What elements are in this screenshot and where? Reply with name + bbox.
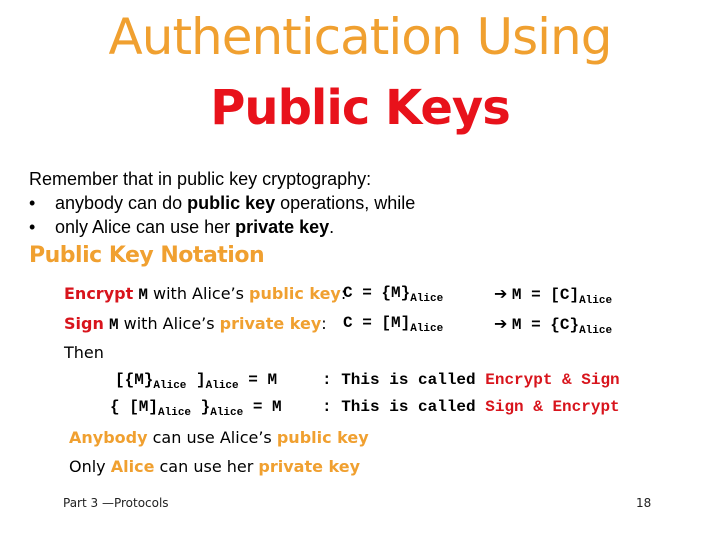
combo-desc: : This is called (322, 398, 486, 416)
encrypt-formula: C = {M}Alice (343, 284, 443, 305)
sign-verb: Sign (64, 314, 104, 333)
arrow-icon: ➔ (494, 284, 508, 303)
summary-private: Only Alice can use her private key (69, 457, 360, 476)
combo-name: Sign & Encrypt (485, 398, 620, 416)
subscript: Alice (205, 380, 239, 392)
summary-bold: Anybody (69, 428, 148, 447)
formula: M = {C} (511, 316, 580, 334)
footer-section: Part 3 —Protocols (63, 496, 169, 510)
bullet-text: anybody can do (55, 193, 188, 213)
subscript: Alice (579, 295, 613, 307)
message-symbol: M (138, 286, 148, 304)
formula: M = [C] (511, 286, 580, 304)
encrypt-key: public key (249, 284, 341, 303)
message-symbol: M (108, 316, 119, 334)
summary-lead: Only (69, 457, 111, 476)
summary-public: Anybody can use Alice’s public key (69, 428, 369, 447)
intro-bullet-2: • only Alice can use her private key. (29, 217, 334, 238)
combo-lhs: } (191, 398, 211, 416)
formula: C = {M} (343, 284, 411, 302)
sign-mid: with Alice’s (118, 314, 220, 333)
colon: : (321, 314, 327, 333)
combo-eq: = M (243, 398, 282, 416)
sign-key: private key (219, 314, 322, 333)
combo-name: Encrypt & Sign (485, 371, 620, 389)
summary-bold: Alice (110, 457, 155, 476)
sign-definition: Sign M with Alice’s private key: (64, 314, 327, 334)
bullet-text-post: operations, while (275, 193, 416, 213)
intro-bullet-1: • anybody can do public key operations, w… (29, 193, 415, 214)
combo-encrypt-and-sign: [{M}Alice ]Alice = M (115, 371, 277, 392)
subscript: Alice (579, 325, 613, 337)
combo-desc: : This is called (322, 371, 486, 389)
combo-sign-and-encrypt-desc: : This is called Sign & Encrypt (322, 398, 620, 416)
combo-lhs: [{M} (115, 371, 154, 389)
intro-lead: Remember that in public key cryptography… (29, 169, 372, 189)
encrypt-definition: Encrypt M with Alice’s public key: (64, 284, 346, 304)
bullet-bold: private key (235, 217, 330, 237)
encrypt-result: ➔ M = [C]Alice (494, 284, 612, 307)
summary-key: private key (258, 457, 361, 476)
section-heading: Public Key Notation (29, 243, 265, 268)
summary-text: can use Alice’s (147, 428, 277, 447)
combo-sign-and-encrypt: { [M]Alice }Alice = M (110, 398, 282, 419)
bullet-bold: public key (187, 193, 276, 213)
bullet-text: only Alice can use her (55, 217, 236, 237)
slide-number: 18 (636, 496, 652, 510)
subscript: Alice (153, 380, 187, 392)
sign-formula: C = [M]Alice (343, 314, 443, 335)
sign-result: ➔ M = {C}Alice (494, 314, 612, 337)
bullet-text-post: . (329, 217, 335, 237)
slide-title-line2: Public Keys (210, 80, 511, 136)
subscript: Alice (158, 407, 192, 419)
formula: C = [M] (343, 314, 411, 332)
subscript: Alice (410, 323, 444, 335)
slide-title-line1: Authentication Using (108, 8, 613, 66)
summary-text: can use her (154, 457, 259, 476)
subscript: Alice (410, 293, 444, 305)
encrypt-verb: Encrypt (64, 284, 134, 303)
combo-eq: = M (238, 371, 278, 389)
arrow-icon: ➔ (494, 314, 508, 333)
then-label: Then (64, 343, 104, 362)
bullet-marker: • (29, 193, 36, 213)
bullet-marker: • (29, 217, 36, 237)
summary-key: public key (276, 428, 369, 447)
combo-lhs: ] (186, 371, 206, 389)
subscript: Alice (210, 407, 244, 419)
combo-lhs: { [M] (110, 398, 159, 416)
combo-encrypt-and-sign-desc: : This is called Encrypt & Sign (322, 371, 620, 389)
encrypt-mid: with Alice’s (147, 284, 250, 303)
